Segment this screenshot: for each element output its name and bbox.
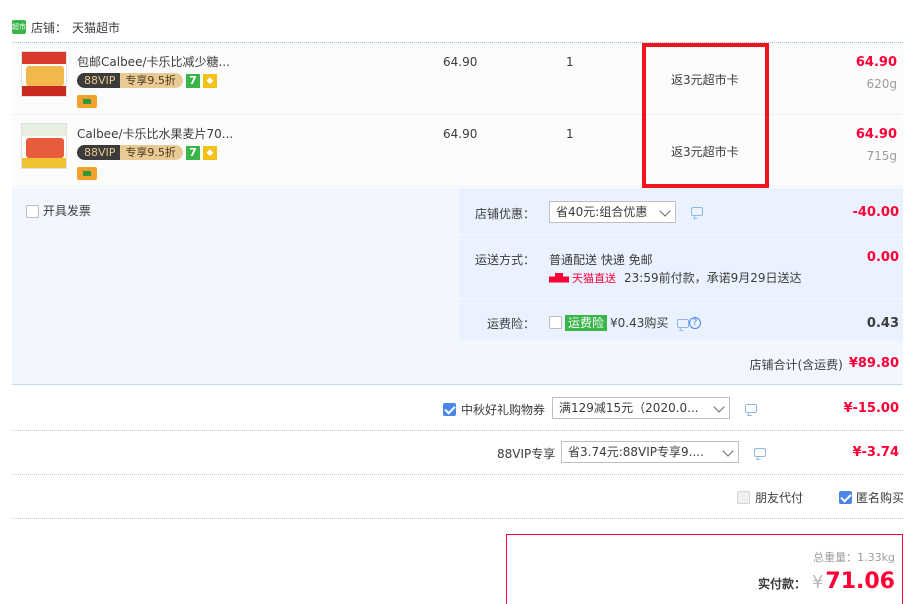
shop-discount-selected: 省40元:组合优惠 bbox=[556, 205, 648, 219]
total-weight-label: 总重量： bbox=[813, 551, 858, 564]
chevron-down-icon bbox=[713, 401, 725, 413]
payable-amount: 实付款： ¥ 71.06 bbox=[758, 569, 895, 594]
payable-total: 71.06 bbox=[825, 569, 895, 594]
coupon-selected: 满129减15元（2020.0... bbox=[559, 401, 699, 415]
item-amount: 64.90 bbox=[855, 55, 897, 70]
shipping-fee: 0.00 bbox=[866, 250, 899, 265]
friend-pay-option[interactable]: 朋友代付 bbox=[737, 489, 803, 506]
store-label: 店铺： bbox=[31, 20, 68, 35]
unit-price: 64.90 bbox=[443, 127, 478, 141]
currency-symbol: ¥ bbox=[811, 572, 824, 593]
coupon-select[interactable]: 满129减15元（2020.0... bbox=[552, 397, 730, 419]
item-weight: 715g bbox=[866, 149, 897, 163]
friend-pay-checkbox[interactable] bbox=[737, 491, 750, 504]
friend-pay-label: 朋友代付 bbox=[755, 491, 804, 505]
product-tags: 88VIP 专享9.5折 7 ◆ bbox=[77, 145, 217, 160]
shipping-method: 普通配送 快递 免邮 bbox=[549, 253, 653, 267]
vip-discount-badge: 88VIP 专享9.5折 bbox=[77, 145, 183, 160]
anonymous-checkbox[interactable] bbox=[839, 491, 852, 504]
coupon-option[interactable]: 中秋好礼购物券 bbox=[443, 401, 545, 418]
tmall-direct: 天猫直送 bbox=[549, 270, 616, 286]
payment-card-icon bbox=[77, 167, 97, 180]
total-weight-value: 1.33kg bbox=[857, 551, 895, 564]
vip-discount-badge: 88VIP 专享9.5折 bbox=[77, 73, 183, 88]
divider bbox=[459, 298, 903, 299]
insurance-tag: 运费险 bbox=[565, 314, 608, 331]
invoice-label: 开具发票 bbox=[42, 204, 91, 218]
seven-day-return-icon: 7 bbox=[185, 145, 200, 160]
chevron-down-icon bbox=[722, 445, 734, 457]
guarantee-icon: ◆ bbox=[202, 73, 217, 88]
vip-label: 88VIP专享 bbox=[497, 447, 556, 461]
guarantee-icon: ◆ bbox=[202, 145, 217, 160]
product-thumbnail[interactable] bbox=[21, 51, 67, 97]
message-icon[interactable] bbox=[677, 319, 689, 328]
vip-badge-right: 专享9.5折 bbox=[120, 73, 183, 88]
insurance-checkbox[interactable] bbox=[549, 316, 562, 329]
quantity: 1 bbox=[566, 55, 574, 69]
invoice-option[interactable]: 开具发票 bbox=[26, 202, 91, 219]
divider bbox=[12, 474, 903, 475]
vip-badge-left: 88VIP bbox=[77, 145, 121, 160]
seven-day-return-icon: 7 bbox=[185, 73, 200, 88]
shipping-promise-line: 天猫直送 23:59前付款，承诺9月29日送达 bbox=[549, 269, 802, 286]
message-icon[interactable] bbox=[745, 404, 757, 413]
order-summary: 总重量：1.33kg 实付款： ¥ 71.06 bbox=[506, 534, 903, 604]
order-item: 包邮Calbee/卡乐比减少糖... 88VIP 专享9.5折 7 ◆ 64.90… bbox=[12, 43, 903, 115]
supermarket-badge-icon: 超市 bbox=[12, 20, 26, 34]
shop-discount-select[interactable]: 省40元:组合优惠 bbox=[549, 201, 676, 223]
anonymous-label: 匿名购买 bbox=[856, 491, 905, 505]
insurance-option[interactable]: 运费险 ¥0.43购买 bbox=[549, 314, 668, 331]
store-total: 店铺合计(含运费) ¥89.80 bbox=[749, 356, 899, 373]
coupon-label: 中秋好礼购物券 bbox=[461, 403, 546, 417]
vip-badge-left: 88VIP bbox=[77, 73, 121, 88]
unit-price: 64.90 bbox=[443, 55, 478, 69]
product-title[interactable]: 包邮Calbee/卡乐比减少糖... bbox=[77, 53, 230, 70]
order-options-panel: 开具发票 店铺优惠： 省40元:组合优惠 -40.00 运送方式： 普通配送 快… bbox=[12, 188, 903, 385]
insurance-value: 0.43 bbox=[866, 316, 899, 331]
coupon-value: ¥-15.00 bbox=[843, 401, 899, 416]
payable-label: 实付款： bbox=[757, 577, 806, 591]
item-amount: 64.90 bbox=[855, 127, 897, 142]
insurance-label: 运费险： bbox=[487, 317, 536, 331]
insurance-price: ¥0.43购买 bbox=[610, 316, 669, 330]
order-item: Calbee/卡乐比水果麦片70... 88VIP 专享9.5折 7 ◆ 64.9… bbox=[12, 115, 903, 187]
store-name[interactable]: 天猫超市 bbox=[72, 19, 120, 36]
total-weight: 总重量：1.33kg bbox=[813, 549, 895, 565]
product-thumbnail[interactable] bbox=[21, 123, 67, 169]
payment-card-icon bbox=[77, 95, 97, 108]
message-icon[interactable] bbox=[754, 448, 766, 457]
quantity: 1 bbox=[566, 127, 574, 141]
coupon-checkbox[interactable] bbox=[443, 403, 456, 416]
store-header: 超市 店铺： 天猫超市 bbox=[12, 14, 120, 40]
message-icon[interactable] bbox=[691, 207, 703, 216]
item-weight: 620g bbox=[866, 77, 897, 91]
divider bbox=[12, 518, 903, 519]
product-tags: 88VIP 专享9.5折 7 ◆ bbox=[77, 73, 217, 88]
rebate-highlight-box bbox=[642, 43, 769, 188]
tmall-direct-label: 天猫直送 bbox=[572, 271, 616, 285]
store-total-value: ¥89.80 bbox=[848, 356, 899, 371]
tmall-logo-icon bbox=[549, 272, 569, 283]
product-title[interactable]: Calbee/卡乐比水果麦片70... bbox=[77, 125, 233, 142]
store-total-label: 店铺合计(含运费) bbox=[749, 358, 843, 372]
invoice-checkbox[interactable] bbox=[26, 205, 39, 218]
vip-badge-right: 专享9.5折 bbox=[120, 145, 183, 160]
divider bbox=[459, 234, 903, 235]
vip-selected: 省3.74元:88VIP专享9.... bbox=[568, 445, 704, 459]
vip-value: ¥-3.74 bbox=[852, 445, 899, 460]
shipping-label: 运送方式： bbox=[475, 253, 536, 267]
divider bbox=[12, 430, 903, 431]
delivery-promise: 23:59前付款，承诺9月29日送达 bbox=[624, 271, 802, 285]
shop-discount-value: -40.00 bbox=[852, 205, 899, 220]
chevron-down-icon bbox=[659, 205, 671, 217]
vip-select[interactable]: 省3.74元:88VIP专享9.... bbox=[561, 441, 739, 463]
shop-discount-label: 店铺优惠： bbox=[475, 207, 536, 221]
anonymous-option[interactable]: 匿名购买 bbox=[839, 489, 904, 506]
help-icon[interactable]: ? bbox=[689, 317, 701, 329]
